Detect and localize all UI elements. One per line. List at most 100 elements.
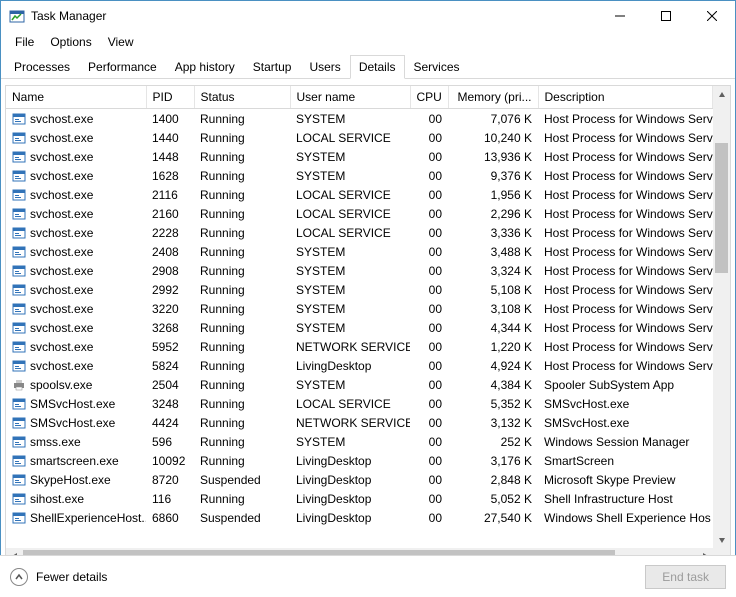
end-task-button[interactable]: End task — [645, 565, 726, 589]
cell-pid: 2992 — [146, 280, 194, 299]
tab-services[interactable]: Services — [405, 55, 469, 79]
process-icon — [12, 416, 26, 430]
col-cpu[interactable]: CPU — [410, 86, 448, 109]
menu-view[interactable]: View — [100, 33, 142, 51]
cell-status: Running — [194, 356, 290, 375]
cell-status: Suspended — [194, 470, 290, 489]
minimize-button[interactable] — [597, 1, 643, 31]
cell-status: Running — [194, 261, 290, 280]
scroll-up-icon[interactable] — [713, 86, 730, 103]
process-name: svchost.exe — [30, 169, 93, 183]
table-row[interactable]: svchost.exe3220RunningSYSTEM003,108 KHos… — [6, 299, 713, 318]
table-row[interactable]: SMSvcHost.exe4424RunningNETWORK SERVICE0… — [6, 413, 713, 432]
table-row[interactable]: svchost.exe2116RunningLOCAL SERVICE001,9… — [6, 185, 713, 204]
cell-name: SMSvcHost.exe — [6, 413, 146, 432]
cell-memory: 2,296 K — [448, 204, 538, 223]
col-name[interactable]: Name — [6, 86, 146, 109]
cell-memory: 1,956 K — [448, 185, 538, 204]
process-icon — [12, 112, 26, 126]
fewer-details-button[interactable]: Fewer details — [10, 568, 107, 586]
table-row[interactable]: svchost.exe1448RunningSYSTEM0013,936 KHo… — [6, 147, 713, 166]
table-row[interactable]: svchost.exe3268RunningSYSTEM004,344 KHos… — [6, 318, 713, 337]
cell-cpu: 00 — [410, 337, 448, 356]
cell-memory: 3,108 K — [448, 299, 538, 318]
table-row[interactable]: svchost.exe5824RunningLivingDesktop004,9… — [6, 356, 713, 375]
cell-status: Running — [194, 128, 290, 147]
vertical-scrollbar[interactable] — [713, 86, 730, 548]
cell-name: svchost.exe — [6, 242, 146, 261]
col-memory[interactable]: Memory (pri... — [448, 86, 538, 109]
cell-name: smartscreen.exe — [6, 451, 146, 470]
tab-users[interactable]: Users — [300, 55, 349, 79]
cell-cpu: 00 — [410, 242, 448, 261]
cell-cpu: 00 — [410, 394, 448, 413]
cell-cpu: 00 — [410, 204, 448, 223]
menu-options[interactable]: Options — [42, 33, 99, 51]
cell-pid: 6860 — [146, 508, 194, 527]
table-row[interactable]: svchost.exe2160RunningLOCAL SERVICE002,2… — [6, 204, 713, 223]
process-name: svchost.exe — [30, 188, 93, 202]
cell-memory: 5,352 K — [448, 394, 538, 413]
table-row[interactable]: svchost.exe2228RunningLOCAL SERVICE003,3… — [6, 223, 713, 242]
table-row[interactable]: svchost.exe1440RunningLOCAL SERVICE0010,… — [6, 128, 713, 147]
cell-status: Suspended — [194, 508, 290, 527]
scroll-down-icon[interactable] — [713, 531, 730, 548]
tab-processes[interactable]: Processes — [5, 55, 79, 79]
cell-user: SYSTEM — [290, 299, 410, 318]
table-row[interactable]: SMSvcHost.exe3248RunningLOCAL SERVICE005… — [6, 394, 713, 413]
tab-details[interactable]: Details — [350, 55, 405, 79]
table-row[interactable]: svchost.exe1628RunningSYSTEM009,376 KHos… — [6, 166, 713, 185]
cell-status: Running — [194, 280, 290, 299]
cell-memory: 3,488 K — [448, 242, 538, 261]
tab-startup[interactable]: Startup — [244, 55, 301, 79]
process-icon — [12, 340, 26, 354]
col-status[interactable]: Status — [194, 86, 290, 109]
menu-file[interactable]: File — [7, 33, 42, 51]
cell-name: svchost.exe — [6, 204, 146, 223]
vscroll-track[interactable] — [713, 103, 730, 531]
process-icon — [12, 492, 26, 506]
cell-description: Host Process for Windows Serv — [538, 242, 713, 261]
cell-memory: 13,936 K — [448, 147, 538, 166]
table-row[interactable]: spoolsv.exe2504RunningSYSTEM004,384 KSpo… — [6, 375, 713, 394]
close-button[interactable] — [689, 1, 735, 31]
cell-cpu: 00 — [410, 470, 448, 489]
col-description[interactable]: Description — [538, 86, 713, 109]
table-row[interactable]: svchost.exe2908RunningSYSTEM003,324 KHos… — [6, 261, 713, 280]
cell-status: Running — [194, 109, 290, 129]
cell-user: SYSTEM — [290, 375, 410, 394]
table-row[interactable]: SkypeHost.exe8720SuspendedLivingDesktop0… — [6, 470, 713, 489]
process-icon — [12, 359, 26, 373]
cell-description: Host Process for Windows Serv — [538, 223, 713, 242]
chevron-up-circle-icon — [10, 568, 28, 586]
process-table[interactable]: Name PID Status User name CPU Memory (pr… — [6, 86, 713, 527]
cell-name: svchost.exe — [6, 356, 146, 375]
table-row[interactable]: smartscreen.exe10092RunningLivingDesktop… — [6, 451, 713, 470]
cell-memory: 3,176 K — [448, 451, 538, 470]
table-row[interactable]: smss.exe596RunningSYSTEM00252 KWindows S… — [6, 432, 713, 451]
table-row[interactable]: svchost.exe2992RunningSYSTEM005,108 KHos… — [6, 280, 713, 299]
vscroll-thumb[interactable] — [715, 143, 728, 273]
col-user[interactable]: User name — [290, 86, 410, 109]
cell-description: Spooler SubSystem App — [538, 375, 713, 394]
cell-status: Running — [194, 337, 290, 356]
cell-memory: 3,132 K — [448, 413, 538, 432]
tab-app-history[interactable]: App history — [166, 55, 244, 79]
table-row[interactable]: svchost.exe5952RunningNETWORK SERVICE001… — [6, 337, 713, 356]
table-row[interactable]: svchost.exe2408RunningSYSTEM003,488 KHos… — [6, 242, 713, 261]
table-row[interactable]: svchost.exe1400RunningSYSTEM007,076 KHos… — [6, 109, 713, 129]
cell-pid: 3220 — [146, 299, 194, 318]
cell-description: Microsoft Skype Preview — [538, 470, 713, 489]
cell-user: LOCAL SERVICE — [290, 394, 410, 413]
cell-description: Host Process for Windows Serv — [538, 166, 713, 185]
window-controls — [597, 1, 735, 31]
table-row[interactable]: sihost.exe116RunningLivingDesktop005,052… — [6, 489, 713, 508]
table-row[interactable]: ShellExperienceHost....6860SuspendedLivi… — [6, 508, 713, 527]
tab-performance[interactable]: Performance — [79, 55, 166, 79]
cell-name: svchost.exe — [6, 147, 146, 166]
cell-cpu: 00 — [410, 451, 448, 470]
maximize-button[interactable] — [643, 1, 689, 31]
col-pid[interactable]: PID — [146, 86, 194, 109]
cell-memory: 7,076 K — [448, 109, 538, 129]
process-name: SMSvcHost.exe — [30, 416, 115, 430]
